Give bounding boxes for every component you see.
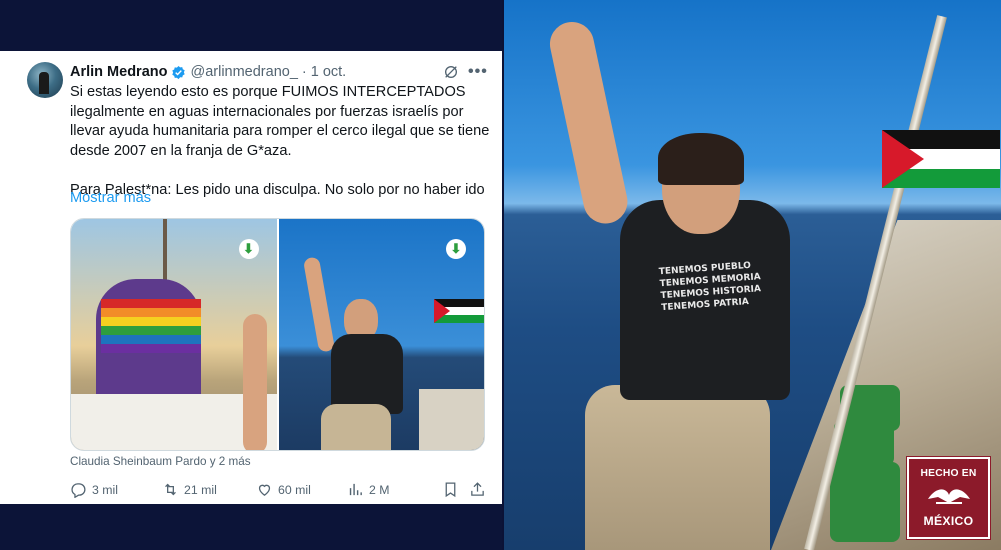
share-icon: [471, 482, 484, 496]
tweet-date[interactable]: 1 oct.: [311, 64, 346, 80]
reply-icon: [71, 483, 86, 498]
download-icon[interactable]: ⬇: [446, 239, 466, 259]
reply-count: 3 mil: [92, 482, 118, 497]
palestine-flag: [882, 130, 1000, 188]
show-more-link[interactable]: Mostrar más: [70, 190, 151, 206]
grok-icon[interactable]: [443, 64, 459, 80]
repost-count: 21 mil: [184, 482, 217, 497]
bookmark-icon: [445, 482, 456, 498]
boat-deck: [418, 389, 484, 450]
download-icon[interactable]: ⬇: [238, 239, 259, 259]
flag-stripe: [101, 299, 201, 308]
views-count: 2 M: [369, 482, 390, 497]
water-barrel: [830, 462, 900, 542]
more-icon[interactable]: •••: [468, 63, 488, 81]
badge-bottom-text: MÉXICO: [923, 514, 974, 528]
raised-hand: [243, 314, 267, 450]
like-icon: [258, 484, 271, 496]
tweet-text: Si estas leyendo esto es porque FUIMOS I…: [70, 83, 490, 201]
screenshot-panel: Arlin Medrano @arlinmedrano_ · 1 oct. ••…: [0, 0, 502, 550]
media-image-2[interactable]: ⬇: [278, 219, 484, 450]
flag-stripe: [101, 317, 201, 326]
bookmark-button[interactable]: [442, 481, 459, 498]
eagle-emblem-icon: [928, 489, 970, 504]
black-tshirt: [330, 334, 403, 414]
display-name[interactable]: Arlin Medrano: [70, 64, 167, 80]
avatar[interactable]: [27, 62, 63, 98]
media-image-1[interactable]: ⬇: [71, 219, 277, 450]
header-separator: ·: [301, 64, 307, 80]
views-icon: [349, 483, 362, 496]
tweet-paragraph-1: Si estas leyendo esto es porque FUIMOS I…: [70, 84, 490, 159]
pants: [585, 385, 770, 550]
handle[interactable]: @arlinmedrano_: [190, 64, 297, 80]
verified-badge-icon: [172, 65, 186, 79]
tweet-header: Arlin Medrano @arlinmedrano_ · 1 oct.: [70, 63, 346, 81]
raised-arm: [302, 256, 335, 353]
pants: [320, 404, 391, 450]
like-count: 60 mil: [278, 482, 311, 497]
flag-stripe: [101, 326, 201, 335]
hair: [658, 133, 744, 185]
views-button[interactable]: 2 M: [347, 481, 390, 498]
like-button[interactable]: 60 mil: [256, 481, 311, 498]
palestine-flag-small: [433, 299, 484, 323]
flag-stripe: [101, 308, 201, 317]
flag-stripe: [101, 335, 201, 344]
repost-button[interactable]: 21 mil: [162, 481, 217, 498]
shirt-text: TENEMOS PUEBLO TENEMOS MEMORIA TENEMOS H…: [658, 260, 762, 314]
hecho-en-mexico-badge: HECHO EN MÉXICO: [907, 457, 990, 539]
badge-top-text: HECHO EN: [920, 468, 977, 479]
reply-button[interactable]: 3 mil: [70, 481, 118, 498]
share-button[interactable]: [469, 481, 486, 498]
repost-icon: [165, 483, 176, 496]
tagged-users[interactable]: Claudia Sheinbaum Pardo y 2 más: [70, 455, 251, 468]
tweet-actions: 3 mil 21 mil 60 mil 2 M: [70, 481, 490, 499]
media-grid: ⬇ ⬇: [70, 218, 485, 451]
flag-stripe: [101, 344, 201, 353]
